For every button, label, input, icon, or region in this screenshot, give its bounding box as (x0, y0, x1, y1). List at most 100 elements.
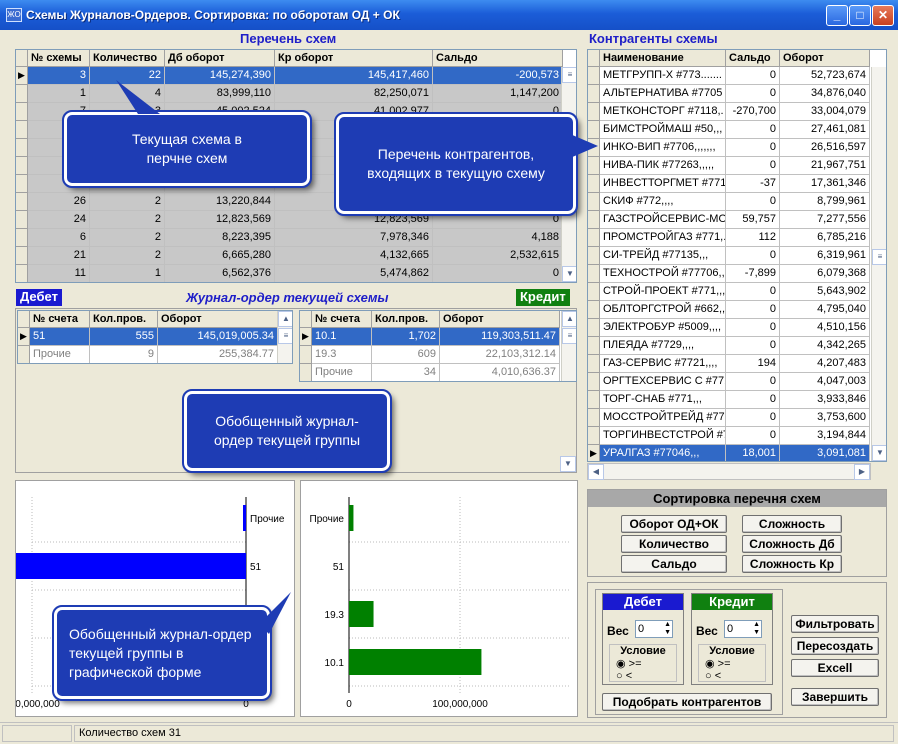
scroll-up-icon[interactable]: ▲ (278, 311, 292, 327)
table-cell[interactable]: ИНВЕСТТОРГМЕТ #771 (600, 175, 726, 193)
row-indicator[interactable]: ▶ (16, 67, 28, 85)
credit-vscroll[interactable]: ▲ ≡ (561, 311, 576, 381)
table-cell[interactable]: 4,207,483 (780, 355, 870, 373)
journal-scroll-down[interactable]: ▼ (560, 456, 576, 472)
table-cell[interactable]: -37 (726, 175, 780, 193)
table-cell[interactable]: 6,562,376 (165, 265, 275, 282)
table-cell[interactable]: 5,474,862 (275, 265, 433, 282)
table-cell[interactable]: ГАЗ-СЕРВИС #7721,,,, (600, 355, 726, 373)
table-cell[interactable]: 11 (28, 265, 90, 282)
table-cell[interactable]: ИНКО-ВИП #7706,,,,,,, (600, 139, 726, 157)
table-cell[interactable]: ПРОМСТРОЙГАЗ #771,. (600, 229, 726, 247)
table-cell[interactable]: 2 (90, 211, 165, 229)
debit-grid[interactable]: № счета Кол.пров. Оборот ▶ 51 555 145,019,005.… (17, 310, 293, 364)
table-cell[interactable]: 0 (726, 319, 780, 337)
table-cell[interactable]: 0 (726, 247, 780, 265)
table-cell[interactable]: 3,194,844 (780, 427, 870, 445)
credit-radio-lt[interactable]: ○ < (699, 670, 765, 682)
recreate-button[interactable]: Пересоздать (791, 637, 879, 655)
table-cell[interactable]: 10.1 (312, 328, 372, 346)
table-cell[interactable]: 6,785,216 (780, 229, 870, 247)
finish-button[interactable]: Завершить (791, 688, 879, 706)
table-cell[interactable]: 6,319,961 (780, 247, 870, 265)
table-cell[interactable]: 0 (726, 427, 780, 445)
table-cell[interactable]: 22,103,312.14 (440, 346, 560, 364)
row-indicator[interactable] (588, 427, 600, 445)
contractors-hscroll[interactable]: ◀ ▶ (587, 463, 871, 480)
row-indicator[interactable] (300, 346, 312, 364)
table-cell[interactable]: 4,342,265 (780, 337, 870, 355)
table-cell[interactable]: 21 (28, 247, 90, 265)
maximize-button[interactable]: □ (849, 5, 871, 26)
row-indicator[interactable] (588, 373, 600, 391)
table-cell[interactable]: 0 (726, 139, 780, 157)
row-indicator[interactable] (16, 193, 28, 211)
table-cell[interactable]: 255,384.77 (158, 346, 278, 363)
table-cell[interactable]: 1 (28, 85, 90, 103)
scroll-thumb-icon[interactable]: ≡ (562, 67, 576, 83)
table-cell[interactable]: 4,510,156 (780, 319, 870, 337)
table-cell[interactable]: 4,047,003 (780, 373, 870, 391)
row-indicator[interactable] (588, 193, 600, 211)
table-cell[interactable]: 52,723,674 (780, 67, 870, 85)
table-cell[interactable]: 0 (726, 337, 780, 355)
table-cell[interactable]: 8,223,395 (165, 229, 275, 247)
column-header[interactable]: Дб оборот (165, 50, 275, 67)
row-indicator[interactable] (588, 175, 600, 193)
table-cell[interactable]: 3,933,846 (780, 391, 870, 409)
table-cell[interactable]: 33,004,079 (780, 103, 870, 121)
scroll-down-icon[interactable]: ▼ (872, 445, 886, 461)
debit-radio-lt[interactable]: ○ < (610, 670, 676, 682)
table-cell[interactable]: МЕТКОНСТОРГ #7118,. (600, 103, 726, 121)
row-indicator[interactable] (16, 121, 28, 139)
scroll-thumb-icon[interactable]: ≡ (872, 249, 886, 265)
table-cell[interactable]: 0 (726, 409, 780, 427)
table-cell[interactable]: ГАЗСТРОЙСЕРВИС-МО (600, 211, 726, 229)
row-indicator[interactable] (16, 265, 28, 282)
table-cell[interactable]: ТОРГИНВЕСТСТРОЙ #7 (600, 427, 726, 445)
column-header[interactable]: № схемы (28, 50, 90, 67)
title-bar[interactable]: ЖО Схемы Журналов-Ордеров. Сортировка: п… (0, 0, 898, 30)
scroll-right-icon[interactable]: ▶ (854, 464, 870, 480)
table-cell[interactable]: МЕТГРУПП-Х #773....... (600, 67, 726, 85)
table-cell[interactable]: Прочие (312, 364, 372, 381)
table-cell[interactable]: ОРГТЕХСЕРВИС С #771 (600, 373, 726, 391)
table-cell[interactable]: НИВА-ПИК #77263,,,,, (600, 157, 726, 175)
table-cell[interactable]: 119,303,511.47 (440, 328, 560, 346)
table-cell[interactable]: 1,147,200 (433, 85, 563, 103)
column-header[interactable]: Кр оборот (275, 50, 433, 67)
table-cell[interactable]: 0 (433, 265, 563, 282)
scroll-left-icon[interactable]: ◀ (588, 464, 604, 480)
table-cell[interactable]: 6,079,368 (780, 265, 870, 283)
table-cell[interactable]: 4,795,040 (780, 301, 870, 319)
table-cell[interactable]: -270,700 (726, 103, 780, 121)
debit-vscroll[interactable]: ▲ ≡ (277, 311, 292, 363)
row-indicator[interactable] (16, 85, 28, 103)
row-indicator[interactable] (16, 139, 28, 157)
row-indicator[interactable] (588, 301, 600, 319)
table-cell[interactable]: ПЛЕЯДА #7729,,,, (600, 337, 726, 355)
table-cell[interactable]: 0 (726, 67, 780, 85)
sort-count-button[interactable]: Количество (621, 535, 727, 553)
table-cell[interactable]: 0 (726, 157, 780, 175)
table-cell[interactable]: ТЕХНОСТРОЙ #77706,,,, (600, 265, 726, 283)
row-indicator[interactable] (588, 211, 600, 229)
table-cell[interactable]: СИ-ТРЕЙД #77135,,, (600, 247, 726, 265)
table-cell[interactable]: УРАЛГАЗ #77046,,, (600, 445, 726, 461)
table-cell[interactable]: АЛЬТЕРНАТИВА #7705 (600, 85, 726, 103)
table-cell[interactable]: 59,757 (726, 211, 780, 229)
table-cell[interactable]: 7,277,556 (780, 211, 870, 229)
table-cell[interactable]: ЭЛЕКТРОБУР #5009,,,, (600, 319, 726, 337)
table-cell[interactable]: 6 (28, 229, 90, 247)
table-cell[interactable]: 27,461,081 (780, 121, 870, 139)
table-cell[interactable]: 4,010,636.37 (440, 364, 560, 381)
excel-button[interactable]: Excell (791, 659, 879, 677)
table-cell[interactable]: 3,091,081 (780, 445, 870, 461)
table-cell[interactable]: 83,999,110 (165, 85, 275, 103)
spin-icon[interactable]: ▲ ▼ (753, 621, 760, 637)
table-cell[interactable]: 9 (90, 346, 158, 363)
table-cell[interactable]: 8,799,961 (780, 193, 870, 211)
row-indicator[interactable] (588, 355, 600, 373)
row-indicator[interactable] (16, 211, 28, 229)
close-button[interactable]: ✕ (872, 5, 894, 26)
